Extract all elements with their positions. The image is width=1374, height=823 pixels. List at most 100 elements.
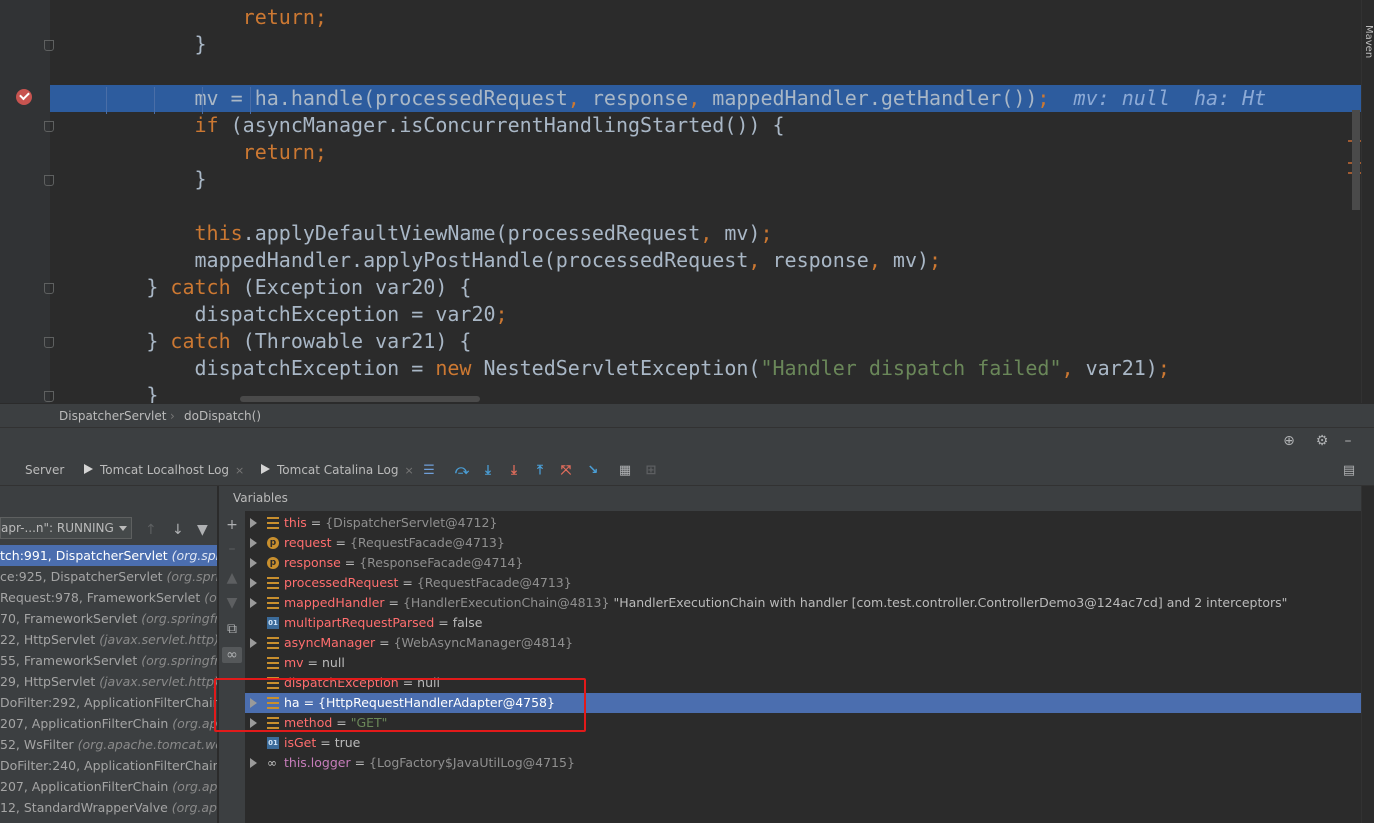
gear-icon[interactable]: ⚙ [1314, 433, 1330, 449]
frames-view-icon[interactable]: ☰ [421, 463, 437, 478]
breadcrumb-separator: › [170, 409, 175, 423]
code-line[interactable]: if (asyncManager.isConcurrentHandlingSta… [50, 112, 785, 139]
editor-gutter[interactable] [0, 0, 50, 403]
stack-frame[interactable]: 207, ApplicationFilterChain (org.apach [0, 776, 217, 797]
breakpoint-icon[interactable] [16, 89, 32, 105]
move-up-icon[interactable]: ▲ [224, 570, 240, 586]
step-out-icon[interactable]: ⤒ [532, 463, 548, 478]
code-line[interactable]: } catch (Exception var20) { [50, 274, 471, 301]
tab-tomcat-catalina-log[interactable]: Tomcat Catalina Log × [261, 455, 414, 485]
minimize-icon[interactable]: – [1340, 433, 1356, 449]
expand-arrow-icon[interactable] [250, 598, 257, 608]
variable-row[interactable]: 01 multipartRequestParsed = false [245, 613, 1361, 633]
variables-scrollbar[interactable] [1361, 486, 1374, 823]
code-line[interactable]: this.applyDefaultViewName(processedReque… [50, 220, 773, 247]
code-token: ; [760, 221, 773, 245]
stack-frame[interactable]: 12, StandardWrapperValve (org.apach [0, 797, 217, 818]
thread-select-value: apr-...n": RUNNING [1, 521, 114, 535]
thread-select[interactable]: apr-...n": RUNNING [0, 517, 132, 539]
stack-frame[interactable]: 70, FrameworkServlet (org.springframe [0, 608, 217, 629]
tab-localhost-label: Tomcat Localhost Log [100, 463, 230, 477]
step-into-icon[interactable]: ⤓ [480, 463, 496, 478]
variable-row[interactable]: processedRequest = {RequestFacade@4713} [245, 573, 1361, 593]
code-line[interactable]: return; [50, 139, 327, 166]
maven-side-tab[interactable]: Maven [1362, 25, 1374, 58]
crosshair-icon[interactable]: ⊕ [1281, 433, 1297, 449]
expand-arrow-icon[interactable] [250, 558, 257, 568]
expand-arrow-icon[interactable] [250, 538, 257, 548]
remove-watch-icon[interactable]: – [224, 541, 240, 557]
code-editor[interactable]: return; } mv = ha.handle(processedReques… [0, 0, 1374, 403]
code-line[interactable]: mappedHandler.applyPostHandle(processedR… [50, 247, 942, 274]
code-line[interactable]: } [50, 382, 158, 403]
watches-glasses-icon[interactable]: ∞ [222, 647, 242, 663]
variable-name: response = {ResponseFacade@4714} [284, 553, 523, 573]
variable-row[interactable]: p request = {RequestFacade@4713} [245, 533, 1361, 553]
add-watch-icon[interactable]: + [224, 517, 240, 533]
variable-row[interactable]: 01 isGet = true [245, 733, 1361, 753]
variable-row[interactable]: asyncManager = {WebAsyncManager@4814} [245, 633, 1361, 653]
variable-row[interactable]: ∞ this.logger = {LogFactory$JavaUtilLog@4… [245, 753, 1361, 773]
copy-icon[interactable]: ⧉ [224, 621, 240, 637]
stack-frame[interactable]: ce:925, DispatcherServlet (org.springfr [0, 566, 217, 587]
stack-frame-location: 12, StandardWrapperValve [0, 800, 172, 815]
expand-arrow-icon[interactable] [250, 578, 257, 588]
code-line[interactable]: dispatchException = var20; [50, 301, 508, 328]
code-line[interactable]: dispatchException = new NestedServletExc… [50, 355, 1170, 382]
stack-frame[interactable]: 22, HttpServlet (javax.servlet.http) [0, 629, 217, 650]
equals-sign: = [316, 735, 335, 750]
stack-frame[interactable]: 207, ApplicationFilterChain (org.apach [0, 713, 217, 734]
console-icon [84, 464, 93, 474]
primitive-icon: 01 [267, 617, 279, 629]
arrow-down-icon[interactable]: ↓ [172, 522, 184, 538]
trace-icon[interactable]: ⊞ [643, 463, 659, 478]
error-stripe[interactable] [1361, 0, 1374, 403]
variable-row[interactable]: mappedHandler = {HandlerExecutionChain@4… [245, 593, 1361, 613]
code-line[interactable]: } catch (Throwable var21) { [50, 328, 471, 355]
stack-frame[interactable]: tch:991, DispatcherServlet (org.springfr [0, 545, 217, 566]
drop-frame-icon[interactable]: ⤧ [558, 463, 574, 478]
expand-arrow-icon[interactable] [250, 758, 257, 768]
move-down-icon[interactable]: ▼ [224, 595, 240, 611]
evaluate-expression-icon[interactable]: ▦ [617, 463, 633, 478]
stack-frame[interactable]: Request:978, FrameworkServlet (org.s [0, 587, 217, 608]
stack-frame[interactable]: 55, FrameworkServlet (org.springfram [0, 650, 217, 671]
close-icon[interactable]: × [404, 464, 413, 477]
stack-frame[interactable]: DoFilter:292, ApplicationFilterChain (or [0, 692, 217, 713]
code-line[interactable]: return; [50, 4, 327, 31]
code-line[interactable]: } [50, 31, 207, 58]
editor-horizontal-scrollbar[interactable] [240, 396, 480, 402]
close-icon[interactable]: × [235, 464, 244, 477]
stack-frame[interactable]: 29, HttpServlet (javax.servlet.http) [0, 671, 217, 692]
code-token: (Exception var20) { [230, 275, 472, 299]
tab-tomcat-localhost-log[interactable]: Tomcat Localhost Log × [84, 455, 244, 485]
filter-icon[interactable]: ▼ [197, 522, 208, 538]
stack-frame[interactable]: 52, WsFilter (org.apache.tomcat.webso [0, 734, 217, 755]
force-step-into-icon[interactable]: ⤓ [506, 463, 522, 478]
variable-row[interactable]: p response = {ResponseFacade@4714} [245, 553, 1361, 573]
variable-name-text: this.logger [284, 755, 351, 770]
tab-server[interactable]: Server [25, 455, 64, 485]
variable-row[interactable]: mv = null [245, 653, 1361, 673]
tab-catalina-label: Tomcat Catalina Log [277, 463, 399, 477]
variable-name: request = {RequestFacade@4713} [284, 533, 505, 553]
variable-row[interactable]: this = {DispatcherServlet@4712} [245, 513, 1361, 533]
variable-name-text: response [284, 555, 341, 570]
code-line[interactable] [50, 193, 98, 220]
field-icon [267, 517, 279, 529]
breadcrumb-class[interactable]: DispatcherServlet [59, 404, 166, 428]
breadcrumb-method[interactable]: doDispatch() [184, 404, 261, 428]
code-line[interactable] [50, 58, 98, 85]
editor-scrollbar[interactable] [1352, 110, 1360, 210]
run-to-cursor-icon[interactable]: ↘ [585, 463, 601, 478]
stack-frame[interactable]: DoFilter:240, ApplicationFilterChain (or… [0, 755, 217, 776]
expand-arrow-icon[interactable] [250, 518, 257, 528]
arrow-up-icon[interactable]: ↑ [145, 522, 157, 538]
layout-icon[interactable]: ▤ [1341, 463, 1357, 478]
expand-arrow-icon[interactable] [250, 638, 257, 648]
step-over-icon[interactable]: ⤼ [454, 463, 470, 478]
code-line[interactable]: } [50, 166, 207, 193]
current-execution-line[interactable]: mv = ha.handle(processedRequest, respons… [50, 85, 1361, 112]
stack-frame-package: (org.springframe [141, 611, 217, 626]
